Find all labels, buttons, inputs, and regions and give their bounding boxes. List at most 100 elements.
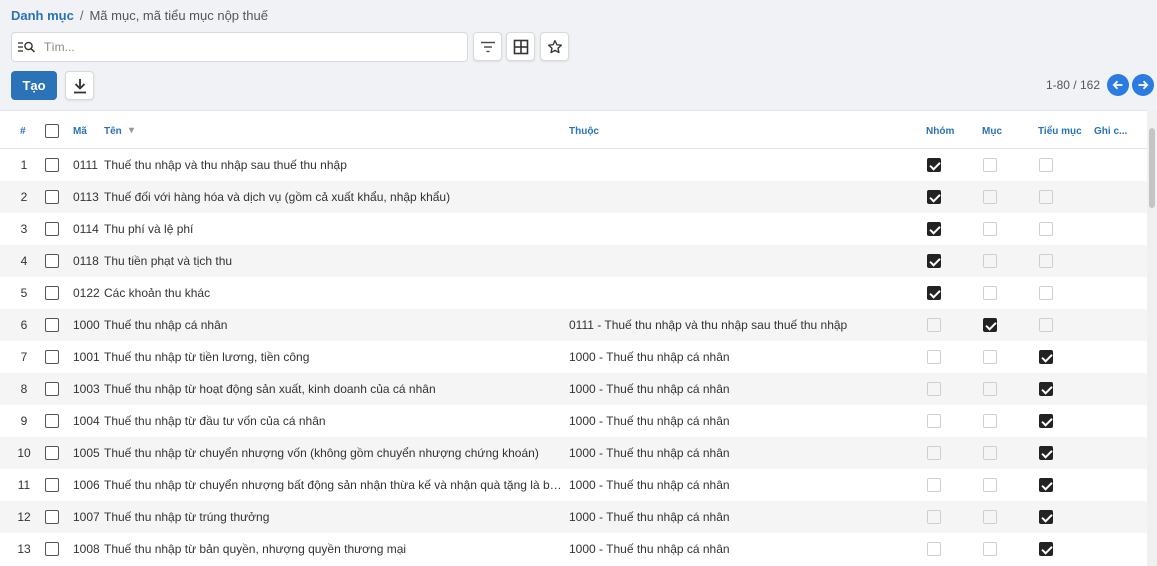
row-group-checkbox bbox=[927, 318, 941, 332]
table-row[interactable]: 12 1007 Thuế thu nhập từ trúng thưởng 1000 … bbox=[0, 501, 1147, 533]
row-subitem-checkbox bbox=[1039, 350, 1053, 364]
row-subitem-checkbox bbox=[1039, 446, 1053, 460]
table-row[interactable]: 2 0113 Thuế đối với hàng hóa và dịch vụ (g… bbox=[0, 181, 1147, 213]
search-box[interactable] bbox=[11, 32, 468, 62]
row-name: Thuế thu nhập và thu nhập sau thuế thu n… bbox=[104, 158, 347, 172]
row-group-checkbox bbox=[927, 414, 941, 428]
row-number: 12 bbox=[17, 510, 31, 524]
row-parent: 1000 - Thuế thu nhập cá nhân bbox=[569, 446, 730, 460]
pagination-range: 1-80 / 162 bbox=[1045, 78, 1100, 92]
table-row[interactable]: 4 0118 Thu tiền phạt và tịch thu bbox=[0, 245, 1147, 277]
row-select-checkbox[interactable] bbox=[45, 446, 59, 460]
row-name: Các khoản thu khác bbox=[104, 286, 211, 300]
select-all-checkbox[interactable] bbox=[45, 124, 59, 138]
row-group-checkbox bbox=[927, 286, 941, 300]
search-icon bbox=[18, 39, 40, 55]
row-item-checkbox bbox=[983, 350, 997, 364]
group-by-button[interactable] bbox=[506, 32, 535, 61]
column-code[interactable]: Mã bbox=[73, 126, 87, 137]
row-select-checkbox[interactable] bbox=[45, 254, 59, 268]
row-number: 3 bbox=[20, 222, 28, 236]
grid-icon bbox=[513, 39, 528, 54]
row-name: Thuế đối với hàng hóa và dịch vụ (gồm cả… bbox=[104, 190, 451, 204]
row-subitem-checkbox bbox=[1039, 190, 1053, 204]
row-group-checkbox bbox=[927, 510, 941, 524]
row-name: Thuế thu nhập cá nhân bbox=[104, 318, 228, 332]
row-group-checkbox bbox=[927, 190, 941, 204]
row-code: 0122 bbox=[73, 286, 100, 300]
row-subitem-checkbox bbox=[1039, 510, 1053, 524]
row-select-checkbox[interactable] bbox=[45, 510, 59, 524]
row-group-checkbox bbox=[927, 478, 941, 492]
previous-page-button[interactable] bbox=[1107, 74, 1129, 96]
row-group-checkbox bbox=[927, 254, 941, 268]
filter-button[interactable] bbox=[473, 32, 502, 61]
row-select-checkbox[interactable] bbox=[45, 158, 59, 172]
page-title: Mã mục, mã tiểu mục nộp thuế bbox=[89, 8, 268, 23]
row-number: 4 bbox=[20, 254, 28, 268]
breadcrumb-root-link[interactable]: Danh mục bbox=[11, 8, 74, 23]
row-subitem-checkbox bbox=[1039, 286, 1053, 300]
table-row[interactable]: 13 1008 Thuế thu nhập từ bản quyền, nhượng… bbox=[0, 533, 1147, 565]
column-name[interactable]: Tên bbox=[104, 126, 122, 137]
download-icon bbox=[73, 78, 86, 93]
row-name: Thuế thu nhập từ đầu tư vốn của cá nhân bbox=[104, 414, 326, 428]
row-subitem-checkbox bbox=[1039, 318, 1053, 332]
table-row[interactable]: 9 1004 Thuế thu nhập từ đầu tư vốn của cá … bbox=[0, 405, 1147, 437]
row-group-checkbox bbox=[927, 158, 941, 172]
arrow-left-icon bbox=[1112, 80, 1123, 90]
row-code: 1004 bbox=[73, 414, 100, 428]
column-parent[interactable]: Thuộc bbox=[569, 126, 599, 137]
vertical-scrollbar[interactable] bbox=[1147, 110, 1157, 566]
row-name: Thuế thu nhập từ bản quyền, nhượng quyền… bbox=[104, 542, 407, 556]
column-subitem[interactable]: Tiểu mục bbox=[1038, 126, 1082, 137]
scrollbar-thumb[interactable] bbox=[1149, 128, 1155, 208]
row-subitem-checkbox bbox=[1039, 542, 1053, 556]
table-row[interactable]: 11 1006 Thuế thu nhập từ chuyển nhượng bất… bbox=[0, 469, 1147, 501]
column-item[interactable]: Mục bbox=[982, 126, 1002, 137]
breadcrumb-separator: / bbox=[79, 8, 84, 23]
table-row[interactable]: 10 1005 Thuế thu nhập từ chuyển nhượng vốn… bbox=[0, 437, 1147, 469]
table-row[interactable]: 1 0111 Thuế thu nhập và thu nhập sau thuế … bbox=[0, 149, 1147, 181]
row-item-checkbox bbox=[983, 222, 997, 236]
row-select-checkbox[interactable] bbox=[45, 542, 59, 556]
table-row[interactable]: 8 1003 Thuế thu nhập từ hoạt động sản xuất… bbox=[0, 373, 1147, 405]
row-group-checkbox bbox=[927, 350, 941, 364]
row-select-checkbox[interactable] bbox=[45, 350, 59, 364]
row-select-checkbox[interactable] bbox=[45, 382, 59, 396]
sort-desc-icon[interactable]: ▾ bbox=[129, 125, 134, 136]
favorites-button[interactable] bbox=[540, 32, 569, 61]
column-index: # bbox=[20, 126, 26, 137]
row-group-checkbox bbox=[927, 382, 941, 396]
breadcrumb: Danh mục / Mã mục, mã tiểu mục nộp thuế bbox=[11, 8, 268, 23]
row-number: 11 bbox=[17, 478, 31, 492]
row-code: 0111 bbox=[73, 158, 98, 172]
download-button[interactable] bbox=[65, 71, 94, 100]
row-code: 1001 bbox=[73, 350, 100, 364]
data-table: # Mã Tên ▾ Thuộc Nhóm Mục Tiểu mục Ghi c… bbox=[0, 110, 1147, 566]
row-parent: 1000 - Thuế thu nhập cá nhân bbox=[569, 478, 730, 492]
row-number: 9 bbox=[20, 414, 28, 428]
row-number: 7 bbox=[20, 350, 28, 364]
table-row[interactable]: 6 1000 Thuế thu nhập cá nhân 0111 - Thuế th… bbox=[0, 309, 1147, 341]
row-item-checkbox bbox=[983, 158, 997, 172]
row-select-checkbox[interactable] bbox=[45, 318, 59, 332]
row-name: Thuế thu nhập từ chuyển nhượng vốn (khôn… bbox=[104, 446, 539, 460]
table-row[interactable]: 7 1001 Thuế thu nhập từ tiền lương, tiền c… bbox=[0, 341, 1147, 373]
row-number: 5 bbox=[20, 286, 28, 300]
search-input[interactable] bbox=[44, 40, 444, 54]
column-note[interactable]: Ghi c... bbox=[1094, 126, 1127, 137]
row-select-checkbox[interactable] bbox=[45, 222, 59, 236]
row-subitem-checkbox bbox=[1039, 414, 1053, 428]
row-item-checkbox bbox=[983, 542, 997, 556]
row-select-checkbox[interactable] bbox=[45, 414, 59, 428]
table-row[interactable]: 5 0122 Các khoản thu khác bbox=[0, 277, 1147, 309]
row-select-checkbox[interactable] bbox=[45, 190, 59, 204]
row-select-checkbox[interactable] bbox=[45, 286, 59, 300]
create-button[interactable]: Tạo bbox=[11, 71, 57, 100]
row-name: Thu phí và lệ phí bbox=[104, 222, 194, 236]
row-select-checkbox[interactable] bbox=[45, 478, 59, 492]
next-page-button[interactable] bbox=[1132, 74, 1154, 96]
table-row[interactable]: 3 0114 Thu phí và lệ phí bbox=[0, 213, 1147, 245]
column-group[interactable]: Nhóm bbox=[926, 126, 954, 137]
